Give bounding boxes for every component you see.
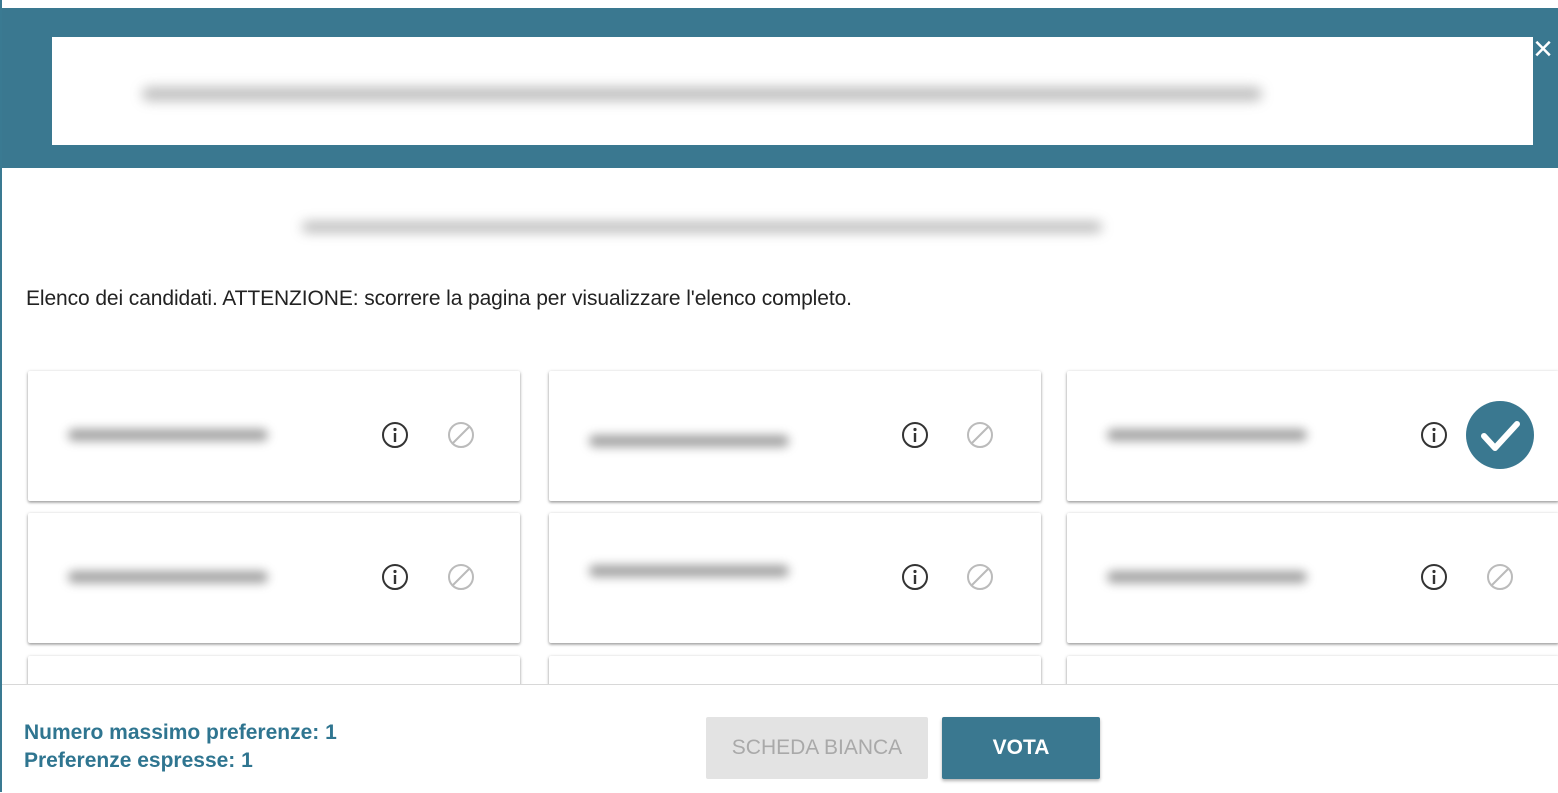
modal-footer: Numero massimo preferenze: 1 Preferenze … — [2, 684, 1558, 793]
info-icon[interactable] — [1419, 420, 1449, 450]
abstain-icon[interactable] — [965, 562, 995, 592]
blank-ballot-button[interactable]: SCHEDA BIANCA — [706, 717, 928, 779]
voting-modal: × Elenco dei candidati. ATTENZIONE: scor… — [0, 0, 1558, 793]
info-icon[interactable] — [900, 420, 930, 450]
max-preferences-text: Numero massimo preferenze: 1 — [24, 721, 337, 744]
redacted-candidate-name — [1107, 571, 1307, 583]
redacted-title — [142, 87, 1262, 101]
redacted-subtitle — [302, 222, 1102, 232]
vote-button[interactable]: VOTA — [942, 717, 1100, 779]
instructions-text: Elenco dei candidati. ATTENZIONE: scorre… — [26, 287, 852, 310]
abstain-icon[interactable] — [965, 420, 995, 450]
info-icon[interactable] — [900, 562, 930, 592]
candidate-card[interactable] — [28, 513, 520, 643]
ballot-title-box — [52, 37, 1533, 145]
candidate-card[interactable] — [1067, 513, 1558, 643]
expressed-preferences-text: Preferenze espresse: 1 — [24, 749, 253, 772]
candidate-card-selected[interactable] — [1067, 371, 1558, 501]
abstain-icon[interactable] — [446, 562, 476, 592]
candidate-card[interactable] — [28, 656, 520, 684]
abstain-icon[interactable] — [446, 420, 476, 450]
redacted-candidate-name — [589, 435, 789, 447]
candidate-card[interactable] — [28, 371, 520, 501]
preferences-summary: Numero massimo preferenze: 1 Preferenze … — [24, 719, 337, 775]
selected-check-icon[interactable] — [1465, 400, 1535, 470]
ballot-subtitle-box — [242, 196, 1328, 258]
candidate-grid — [2, 330, 1558, 684]
redacted-candidate-name — [68, 429, 268, 441]
candidate-card[interactable] — [549, 513, 1041, 643]
redacted-candidate-name — [589, 565, 789, 577]
redacted-candidate-name — [1107, 429, 1307, 441]
candidate-card[interactable] — [549, 371, 1041, 501]
redacted-candidate-name — [68, 571, 268, 583]
info-icon[interactable] — [380, 562, 410, 592]
info-icon[interactable] — [380, 420, 410, 450]
modal-header: × — [2, 0, 1558, 168]
info-icon[interactable] — [1419, 562, 1449, 592]
candidate-card[interactable] — [549, 656, 1041, 684]
candidate-card[interactable] — [1067, 656, 1558, 684]
abstain-icon[interactable] — [1485, 562, 1515, 592]
close-icon: × — [1533, 30, 1553, 68]
close-button[interactable]: × — [1528, 32, 1558, 66]
